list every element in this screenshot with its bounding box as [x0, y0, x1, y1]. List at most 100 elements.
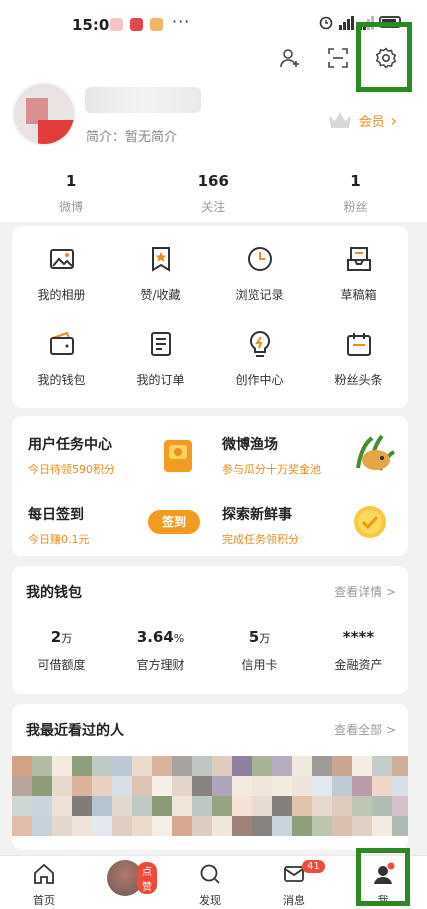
avatar[interactable]	[12, 82, 76, 146]
stat-weibo[interactable]: 1 微博	[0, 172, 142, 215]
wallet-label: 信用卡	[241, 658, 278, 672]
nav-messages[interactable]: 41 消息	[264, 860, 325, 908]
wallet-value: ****	[342, 628, 375, 646]
calendar-icon	[346, 333, 371, 356]
wallet-label: 可借额度	[37, 658, 86, 672]
gift-box-icon	[164, 440, 192, 472]
grid-item-orders[interactable]: 我的订单	[111, 329, 210, 388]
grid-label: 草稿箱	[340, 288, 377, 302]
chevron-right-icon: ›	[390, 110, 397, 130]
wallet-value: 5	[248, 628, 260, 646]
task-sub: 今日待领590积分	[28, 463, 115, 476]
notification-app-icon	[130, 18, 143, 31]
wallet-unit: 万	[259, 632, 271, 645]
grid-label: 浏览记录	[235, 288, 284, 302]
wallet-card: 我的钱包 查看详情 > 2万 可借额度 3.64% 官方理财 5万 信用卡 **…	[12, 566, 408, 694]
wallet-label: 金融资产	[334, 658, 383, 672]
grid-item-wallet[interactable]: 我的钱包	[12, 329, 111, 388]
like-badge: 点赞	[137, 862, 157, 894]
recent-view-all-link[interactable]: 查看全部 >	[334, 721, 396, 738]
member-entry[interactable]: 会员 ›	[327, 110, 397, 130]
history-clock-icon	[247, 247, 272, 271]
stat-value: 166	[197, 172, 229, 190]
wallet-label: 官方理财	[136, 658, 185, 672]
fish-plant-icon	[356, 434, 396, 471]
task-title: 微博渔场	[222, 437, 278, 453]
wallet-value: 2	[50, 628, 62, 646]
lightbulb-icon	[249, 330, 270, 357]
member-label: 会员	[358, 114, 385, 130]
task-title: 每日签到	[28, 507, 84, 523]
crown-icon	[328, 112, 351, 128]
profile-highlight-box	[356, 848, 410, 906]
more-notifications-icon: ···	[172, 12, 191, 31]
stat-followers[interactable]: 1 粉丝	[284, 172, 426, 215]
stat-label: 关注	[201, 200, 226, 214]
photo-album-icon	[49, 249, 74, 269]
wallet-item-credit-card[interactable]: 5万 信用卡	[210, 628, 309, 673]
wallet-title: 我的钱包	[26, 585, 82, 601]
search-icon	[200, 864, 220, 884]
check-medal-icon	[354, 506, 386, 538]
nav-label: 消息	[283, 894, 305, 907]
wallet-value: 3.64	[136, 628, 174, 646]
tasks-card: 用户任务中心 今日待领590积分 微博渔场 参与瓜分十万奖金池 每日签到 今日赚…	[12, 416, 408, 556]
notification-app-icon	[110, 18, 123, 31]
grid-label: 我的订单	[136, 373, 185, 387]
stat-label: 粉丝	[343, 200, 368, 214]
grid-item-drafts[interactable]: 草稿箱	[309, 244, 408, 303]
stat-label: 微博	[59, 200, 84, 214]
grid-item-fan-headlines[interactable]: 粉丝头条	[309, 329, 408, 388]
alarm-icon	[319, 16, 333, 30]
task-sub: 完成任务领积分	[222, 533, 299, 546]
wallet-item-assets[interactable]: **** 金融资产	[309, 628, 408, 673]
checkin-button[interactable]: 签到	[148, 510, 200, 534]
nav-label: 发现	[199, 894, 221, 907]
wallet-item-credit[interactable]: 2万 可借额度	[12, 628, 111, 673]
order-list-icon	[150, 332, 171, 356]
wallet-unit: %	[173, 632, 185, 645]
feature-grid-card: 我的相册 赞/收藏 浏览记录 草稿箱 我的钱包 我的订单 创作中心 粉丝头条	[12, 226, 408, 408]
nav-discover[interactable]: 发现	[180, 862, 240, 908]
profile-stats: 1 微博 166 关注 1 粉丝	[0, 172, 427, 215]
home-icon	[34, 863, 54, 884]
task-sub: 今日赚0.1元	[28, 533, 90, 546]
settings-highlight-box	[356, 22, 412, 92]
nav-home[interactable]: 首页	[14, 862, 74, 908]
grid-label: 创作中心	[235, 373, 284, 387]
task-title: 用户任务中心	[28, 437, 112, 453]
grid-item-album[interactable]: 我的相册	[12, 244, 111, 303]
grid-label: 赞/收藏	[140, 288, 181, 302]
task-fishing[interactable]: 微博渔场 参与瓜分十万奖金池	[222, 434, 321, 477]
grid-label: 粉丝头条	[334, 373, 383, 387]
recent-title: 我最近看过的人	[26, 723, 124, 739]
wallet-icon	[49, 331, 74, 355]
task-center[interactable]: 用户任务中心 今日待领590积分	[28, 434, 115, 477]
grid-item-creator[interactable]: 创作中心	[210, 329, 309, 388]
recent-people-redacted	[12, 756, 408, 846]
wallet-item-finance[interactable]: 3.64% 官方理财	[111, 628, 210, 673]
task-sub: 参与瓜分十万奖金池	[222, 463, 321, 476]
profile-bio[interactable]: 简介：暂无简介	[86, 126, 177, 145]
grid-item-history[interactable]: 浏览记录	[210, 244, 309, 303]
recent-people-card: 我最近看过的人 查看全部 >	[12, 704, 408, 850]
grid-item-likes[interactable]: 赞/收藏	[111, 244, 210, 303]
stat-value: 1	[350, 172, 361, 190]
wallet-details-link[interactable]: 查看详情 >	[334, 583, 396, 600]
task-checkin[interactable]: 每日签到 今日赚0.1元	[28, 504, 90, 547]
nav-video[interactable]: 点赞	[95, 860, 157, 896]
nav-label: 首页	[33, 894, 55, 907]
task-title: 探索新鲜事	[222, 507, 292, 523]
signal-icon	[339, 14, 354, 30]
wallet-unit: 万	[61, 632, 73, 645]
scan-icon[interactable]	[327, 46, 349, 70]
task-explore[interactable]: 探索新鲜事 完成任务领积分	[222, 504, 299, 547]
like-favorite-icon	[151, 247, 170, 272]
drafts-tray-icon	[346, 247, 371, 271]
add-friend-icon[interactable]	[279, 46, 301, 70]
stat-value: 1	[65, 172, 77, 190]
stat-following[interactable]: 166 关注	[142, 172, 284, 215]
message-badge: 41	[302, 860, 325, 873]
grid-label: 我的钱包	[37, 373, 86, 387]
notification-app-icon	[150, 18, 163, 31]
